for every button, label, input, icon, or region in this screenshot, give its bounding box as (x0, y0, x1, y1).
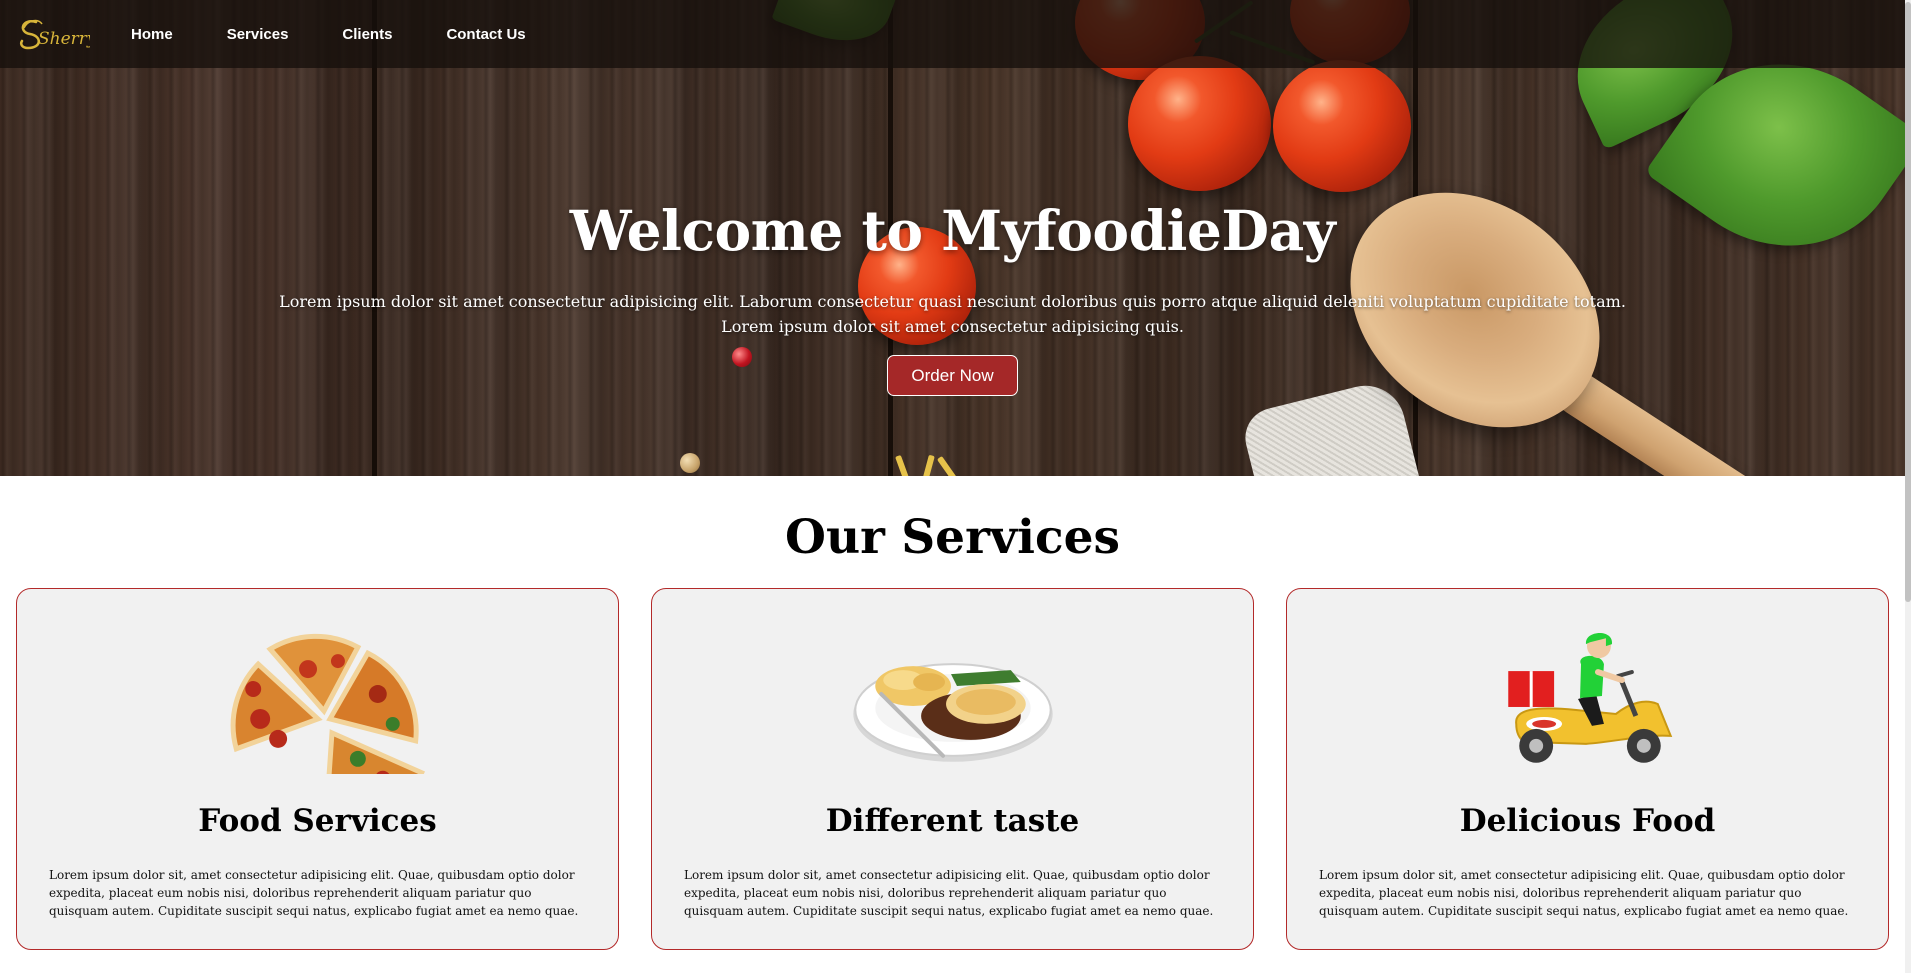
hero-section: Welcome to MyfoodieDay Lorem ipsum dolor… (0, 0, 1905, 476)
service-card: Different taste Lorem ipsum dolor sit, a… (651, 588, 1254, 950)
page-scrollbar[interactable] (1905, 0, 1911, 973)
peppercorn-image (680, 453, 700, 473)
tomato-image (1128, 56, 1271, 191)
card-title: Food Services (198, 803, 437, 839)
services-title: Our Services (785, 510, 1120, 565)
order-now-button[interactable]: Order Now (887, 355, 1018, 396)
pasta-image (921, 454, 935, 476)
pizza-slices-image (230, 633, 426, 774)
card-title: Different taste (825, 803, 1080, 839)
card-title: Delicious Food (1459, 803, 1716, 839)
card-description: Lorem ipsum dolor sit, amet consectetur … (49, 868, 579, 918)
nav-contact-link[interactable]: Contact Us (446, 26, 525, 43)
brand-logo[interactable]: Sherry (16, 14, 97, 54)
scrollbar-thumb[interactable] (1905, 2, 1911, 602)
hero-title: Welcome to MyfoodieDay (569, 198, 1336, 263)
peppercorn-red-image (732, 347, 752, 367)
nav-links: Home Services Clients Contact Us (131, 0, 580, 68)
pasta-image (895, 454, 911, 476)
kitchen-cloth-image (1239, 377, 1421, 476)
card-description: Lorem ipsum dolor sit, amet consectetur … (1319, 868, 1849, 918)
services-cards: Food Services Lorem ipsum dolor sit, ame… (16, 588, 1889, 950)
wooden-spoon-handle (1548, 363, 1858, 476)
logo-swirl-icon: Sherry (20, 19, 97, 50)
tomato-image (1273, 60, 1411, 192)
nav-home-link[interactable]: Home (131, 26, 173, 43)
meal-plate-image (853, 663, 1053, 762)
card-description: Lorem ipsum dolor sit, amet consectetur … (684, 868, 1214, 918)
hero-description: Lorem ipsum dolor sit amet consectetur a… (279, 292, 1626, 336)
logo-text: Sherry (38, 29, 90, 49)
pasta-image (936, 455, 960, 476)
top-navbar: Sherry Home Services Clients Contact Us (0, 0, 1905, 68)
service-card: Delicious Food Lorem ipsum dolor sit, am… (1286, 588, 1889, 950)
nav-services-link[interactable]: Services (227, 26, 289, 43)
delivery-scooter-image (1508, 632, 1673, 763)
service-card: Food Services Lorem ipsum dolor sit, ame… (16, 588, 619, 950)
nav-clients-link[interactable]: Clients (342, 26, 392, 43)
